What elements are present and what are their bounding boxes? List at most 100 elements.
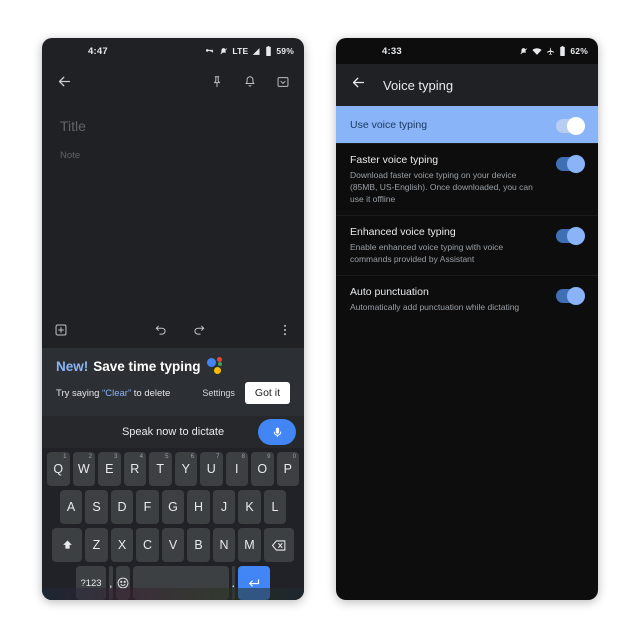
promo-got-it-button[interactable]: Got it	[244, 382, 290, 404]
key-y[interactable]: 6Y	[174, 452, 197, 486]
status-time: 4:47	[88, 45, 108, 57]
screenshot-stage: 4:47 LTE 59% Title Note New! Save time t…	[0, 0, 640, 640]
status-time: 4:33	[382, 45, 402, 57]
setting-title: Faster voice typing	[350, 154, 439, 166]
setting-toggle[interactable]	[556, 287, 585, 306]
shift-icon[interactable]	[52, 528, 83, 562]
key-label: Q	[53, 462, 64, 476]
bell-muted-icon	[519, 47, 528, 56]
promo-headline: Save time typing	[93, 358, 201, 374]
google-assistant-dots-icon	[206, 356, 229, 376]
key-g[interactable]: G	[161, 490, 185, 524]
key-x[interactable]: X	[110, 528, 134, 562]
setting-row-auto-punctuation[interactable]: Auto punctuation Automatically add punct…	[336, 275, 598, 323]
archive-icon[interactable]	[276, 75, 290, 94]
redo-icon[interactable]	[192, 323, 206, 342]
key-n[interactable]: N	[212, 528, 236, 562]
setting-toggle[interactable]	[556, 155, 585, 173]
key-b[interactable]: B	[187, 528, 210, 562]
key-sup: 6	[190, 454, 194, 460]
key-k[interactable]: K	[238, 490, 261, 524]
key-c[interactable]: C	[136, 528, 159, 562]
note-bottom-bar	[42, 316, 304, 348]
key-j[interactable]: J	[212, 490, 236, 524]
key-o[interactable]: 9O	[251, 452, 274, 486]
key-d[interactable]: D	[110, 490, 134, 524]
setting-row-faster-voice-typing[interactable]: Faster voice typing Download faster voic…	[336, 143, 598, 215]
key-f[interactable]: F	[136, 490, 159, 524]
key-h[interactable]: H	[187, 490, 210, 524]
key-r[interactable]: 4R	[123, 452, 146, 486]
back-arrow-icon[interactable]	[350, 74, 367, 96]
dictation-bar: Speak now to dictate	[42, 416, 304, 448]
promo-subtext-row: Try saying “Clear” to delete Settings Go…	[56, 382, 290, 404]
pin-icon[interactable]	[210, 75, 224, 94]
keyboard-row-1: 1Q 2W 3E 4R 5T 6Y 7U 8I 9O 0P	[45, 452, 301, 486]
key-sup: 4	[139, 454, 143, 460]
more-vert-icon[interactable]	[278, 323, 292, 342]
undo-icon[interactable]	[154, 323, 168, 342]
key-sup: 1	[63, 454, 67, 460]
key-label: W	[77, 462, 90, 476]
key-label: E	[105, 462, 114, 476]
note-title-input[interactable]: Title	[60, 118, 286, 150]
promo-subtext: Try saying “Clear” to delete	[56, 388, 170, 399]
bell-icon[interactable]	[243, 75, 257, 94]
key-z[interactable]: Z	[85, 528, 108, 562]
key-sup: 7	[216, 454, 220, 460]
setting-subtitle: Download faster voice typing on your dev…	[350, 170, 533, 205]
battery-icon	[265, 46, 272, 56]
key-a[interactable]: A	[59, 490, 83, 524]
note-editor[interactable]: Title Note	[42, 104, 304, 161]
status-icons: LTE 59%	[204, 46, 294, 56]
back-arrow-icon[interactable]	[56, 73, 73, 95]
key-e[interactable]: 3E	[98, 452, 121, 486]
key-label: T	[156, 462, 165, 476]
key-q[interactable]: 1Q	[47, 452, 70, 486]
promo-sub-suffix: to delete	[131, 387, 171, 399]
key-w[interactable]: 2W	[72, 452, 95, 486]
key-label: U	[206, 462, 216, 476]
key-m[interactable]: M	[238, 528, 261, 562]
left-phone-frame: 4:47 LTE 59% Title Note New! Save time t…	[42, 38, 304, 600]
setting-toggle[interactable]	[556, 227, 585, 246]
key-p[interactable]: 0P	[276, 452, 299, 486]
keyboard-row-3: Z X C V B N M	[45, 528, 301, 562]
setting-toggle[interactable]	[556, 117, 585, 135]
on-screen-keyboard[interactable]: 1Q 2W 3E 4R 5T 6Y 7U 8I 9O 0P A S D F G …	[42, 448, 304, 600]
note-app-bar	[42, 64, 304, 104]
key-sup: 3	[114, 454, 118, 460]
setting-title: Use voice typing	[350, 118, 428, 131]
promo-actions: Settings Got it	[202, 382, 290, 404]
key-v[interactable]: V	[161, 528, 185, 562]
battery-icon	[559, 46, 566, 56]
add-box-icon[interactable]	[54, 323, 68, 342]
setting-row-enhanced-voice-typing[interactable]: Enhanced voice typing Enable enhanced vo…	[336, 215, 598, 275]
battery-percent-label: 62%	[570, 46, 588, 56]
key-label: I	[235, 462, 239, 476]
note-body-input[interactable]: Note	[60, 150, 286, 161]
keyboard-row-2: A S D F G H J K L	[45, 490, 301, 524]
key-t[interactable]: 5T	[149, 452, 172, 486]
setting-texts: Auto punctuation Automatically add punct…	[350, 286, 556, 313]
key-s[interactable]: S	[85, 490, 108, 524]
backspace-icon[interactable]	[263, 528, 294, 562]
key-sup: 8	[241, 454, 245, 460]
promo-settings-link[interactable]: Settings	[202, 388, 235, 398]
key-u[interactable]: 7U	[200, 452, 223, 486]
setting-subtitle: Enable enhanced voice typing with voice …	[350, 242, 504, 265]
key-label: Y	[181, 462, 190, 476]
promo-sub-prefix: Try saying	[56, 387, 103, 399]
status-icons: 62%	[519, 46, 588, 56]
microphone-icon[interactable]	[258, 419, 296, 445]
key-sup: 2	[88, 454, 92, 460]
setting-texts: Enhanced voice typing Enable enhanced vo…	[350, 226, 556, 265]
promo-new-badge: New!	[56, 358, 89, 374]
vpn-key-icon	[204, 47, 215, 56]
key-l[interactable]: L	[263, 490, 287, 524]
dictation-prompt: Speak now to dictate	[121, 426, 225, 438]
key-i[interactable]: 8I	[225, 452, 248, 486]
setting-row-use-voice-typing[interactable]: Use voice typing	[336, 106, 598, 143]
right-phone-frame: 4:33 62% Voice typing Use voice typing F…	[336, 38, 598, 600]
key-sup: 5	[165, 454, 169, 460]
